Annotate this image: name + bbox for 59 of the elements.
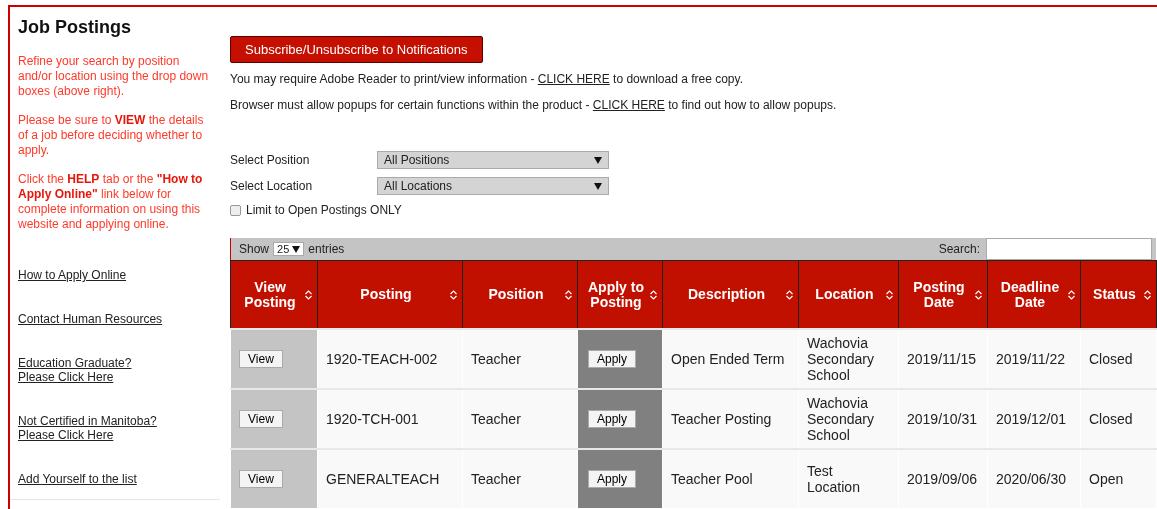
view-button[interactable]: View <box>239 470 283 488</box>
subscribe-button[interactable]: Subscribe/Unsubscribe to Notifications <box>230 36 483 63</box>
notice-text: You may require Adobe Reader to print/view information - CLICK HERE to download a free copy. <box>230 72 743 87</box>
help-text: Please be sure to VIEW the details of a job before deciding whether to apply. <box>18 113 205 158</box>
column-header[interactable]: Location <box>798 260 899 329</box>
sidebar-link[interactable]: Not Certified in Manitoba? Please Click Here <box>18 414 214 442</box>
table-cell: 2019/10/31 <box>898 389 988 449</box>
view-button[interactable]: View <box>239 410 283 428</box>
notice-text: Browser must allow popups for certain functions within the product - CLICK HERE to find out how to allow popups. <box>230 98 837 113</box>
help-text: Refine your search by position and/or location using the drop down boxes (above right). <box>18 54 210 99</box>
click-here-link[interactable]: CLICK HERE <box>592 98 665 112</box>
table-cell: Teacher <box>462 329 578 389</box>
table-cell: Closed <box>1080 329 1157 389</box>
column-header[interactable]: Status <box>1080 260 1157 329</box>
table-cell: Open Ended Term <box>662 329 799 389</box>
table-cell: Teacher <box>462 389 578 449</box>
sidebar-link[interactable]: Contact Human Resources <box>18 312 214 326</box>
page-title: Job Postings <box>18 17 132 38</box>
table-cell: Open <box>1080 449 1157 509</box>
entries-label: entries <box>308 242 345 256</box>
column-header[interactable]: View Posting <box>230 260 318 329</box>
column-header[interactable]: Posting Date <box>898 260 988 329</box>
click-here-link[interactable]: CLICK HERE <box>537 72 610 86</box>
sidebar-link[interactable]: Add Yourself to the list <box>18 472 214 486</box>
help-text: Click the HELP tab or the "How to Apply Online" link below for complete information on using this website and applying online. <box>18 172 204 232</box>
table-cell: Wachovia Secondary School <box>798 329 899 389</box>
filter-dropdown[interactable]: All Locations <box>377 177 609 195</box>
table-cell: 2019/11/22 <box>987 329 1081 389</box>
column-header[interactable]: Deadline Date <box>987 260 1081 329</box>
table-cell: 1920-TCH-001 <box>317 389 463 449</box>
table-cell: Closed <box>1080 389 1157 449</box>
table-cell: Teacher Pool <box>662 449 799 509</box>
view-button[interactable]: View <box>239 350 283 368</box>
table-cell: 1920-TEACH-002 <box>317 329 463 389</box>
filter-label: Select Position <box>230 153 311 167</box>
show-label: Show <box>239 242 270 256</box>
sidebar-link[interactable]: Education Graduate? Please Click Here <box>18 356 214 384</box>
sidebar-link[interactable]: How to Apply Online <box>18 268 214 282</box>
table-cell: 2019/09/06 <box>898 449 988 509</box>
table-cell: Teacher Posting <box>662 389 799 449</box>
table-cell: 2019/12/01 <box>987 389 1081 449</box>
table-cell: Teacher <box>462 449 578 509</box>
apply-button[interactable]: Apply <box>588 470 637 488</box>
table-cell: Test Location <box>798 449 899 509</box>
table-cell: 2019/11/15 <box>898 329 988 389</box>
column-header[interactable]: Apply to Posting <box>577 260 663 329</box>
search-label: Search: <box>938 242 980 256</box>
table-cell: 2020/06/30 <box>987 449 1081 509</box>
page-size-dropdown[interactable]: 25 <box>273 242 305 256</box>
checkbox-label: Limit to Open Postings ONLY <box>246 203 402 217</box>
table-cell: GENERALTEACH <box>317 449 463 509</box>
column-header[interactable]: Position <box>462 260 578 329</box>
column-header[interactable]: Posting <box>317 260 463 329</box>
apply-button[interactable]: Apply <box>588 410 637 428</box>
table-cell: Wachovia Secondary School <box>798 389 899 449</box>
filter-dropdown[interactable]: All Positions <box>377 151 609 169</box>
filter-label: Select Location <box>230 179 314 193</box>
column-header[interactable]: Description <box>662 260 799 329</box>
apply-button[interactable]: Apply <box>588 350 637 368</box>
